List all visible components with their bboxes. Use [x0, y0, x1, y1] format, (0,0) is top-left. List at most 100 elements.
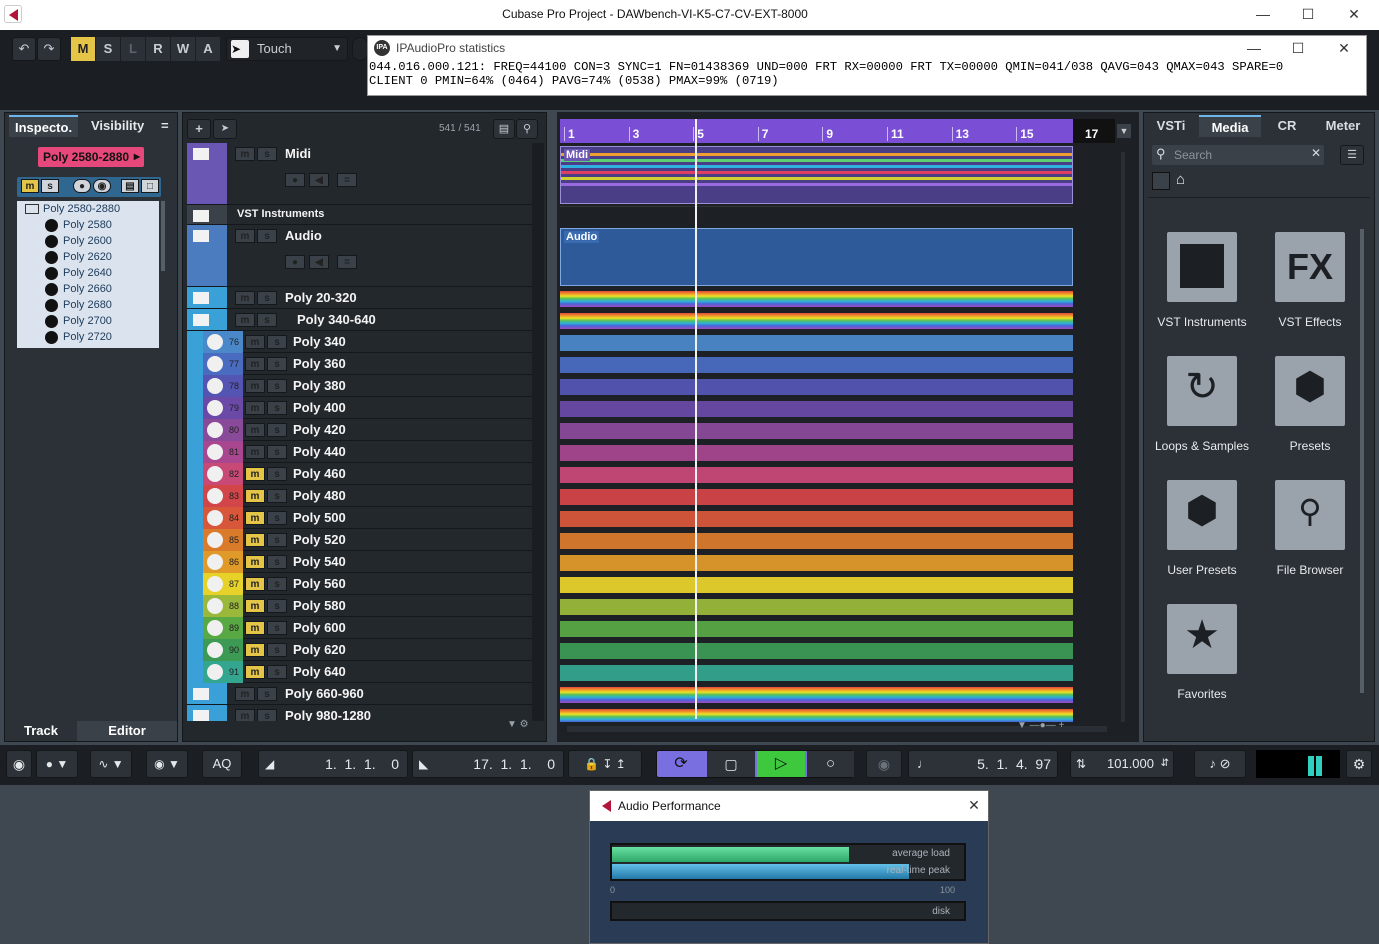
solo-button[interactable]: s [267, 379, 287, 393]
instrument-track-row[interactable]: 86 m s Poly 540 [187, 551, 532, 573]
solo-button[interactable]: s [257, 229, 277, 243]
tab-cr[interactable]: CR [1263, 115, 1311, 137]
arranger-vertical-scrollbar[interactable] [1121, 152, 1125, 722]
clear-search-icon[interactable]: ✕ [1311, 146, 1321, 160]
performance-meter-icon[interactable]: ◉ [6, 750, 32, 778]
mute-button[interactable]: m [245, 401, 265, 415]
add-track-button[interactable]: + [187, 119, 211, 139]
inspector-record-button[interactable]: ● [73, 179, 91, 193]
solo-button[interactable]: s [267, 445, 287, 459]
solo-button[interactable]: s [267, 533, 287, 547]
solo-button[interactable]: s [267, 335, 287, 349]
solo-button[interactable]: s [257, 313, 277, 327]
mute-button[interactable]: m [235, 291, 255, 305]
track-part[interactable] [560, 401, 1073, 417]
metronome-buttons[interactable]: ♪ ⊘ [1194, 750, 1246, 778]
solo-button[interactable]: s [267, 555, 287, 569]
track-visibility-icon[interactable]: ▤ [493, 119, 515, 139]
automation-mode-select[interactable]: Touch ➤ ▼ [226, 37, 348, 61]
track-part[interactable] [560, 555, 1073, 571]
track-part[interactable] [560, 643, 1073, 659]
solo-button[interactable]: s [267, 401, 287, 415]
inspector-edit-button[interactable]: ▤ [121, 179, 139, 193]
track-part[interactable] [560, 335, 1073, 351]
redo-button[interactable]: ↷ [37, 37, 61, 61]
tree-item[interactable]: Poly 2700 [17, 313, 159, 329]
zoom-slider[interactable]: ▼ —●— + [1017, 720, 1117, 734]
timeline-ruler[interactable]: 1 3 5 7 9 11 13 15 [560, 119, 1073, 143]
mute-button[interactable]: m [245, 555, 265, 569]
solo-button[interactable]: s [257, 147, 277, 161]
midi-folder-part[interactable]: Midi [560, 146, 1073, 204]
edit-button[interactable]: = [337, 173, 357, 187]
track-part[interactable] [560, 599, 1073, 615]
search-icon[interactable]: ⚲ [516, 119, 538, 139]
record-enable-button[interactable]: ● [285, 255, 305, 269]
ipa-minimize-button[interactable]: — [1241, 38, 1267, 58]
tree-item[interactable]: Poly 2620 [17, 249, 159, 265]
ipa-close-button[interactable]: ✕ [1331, 38, 1357, 58]
track-list-scrollbar[interactable] [532, 143, 544, 721]
instrument-track-row[interactable]: 78 m s Poly 380 [187, 375, 532, 397]
inspector-solo-button[interactable]: s [41, 179, 59, 193]
mute-button[interactable]: m [245, 643, 265, 657]
stop-button[interactable]: ▢ [707, 751, 755, 777]
folder-track-row[interactable]: m s ● ◀ = Midi [187, 143, 532, 205]
toolbar-edit-icon[interactable] [352, 37, 368, 61]
tree-item[interactable]: Poly 2600 [17, 233, 159, 249]
mute-button[interactable]: m [245, 665, 265, 679]
folder-track-row[interactable]: m s Poly 340-640 [187, 309, 532, 331]
cycle-button[interactable]: ⟳ [657, 751, 705, 777]
mute-button[interactable]: m [245, 621, 265, 635]
instrument-track-row[interactable]: 83 m s Poly 480 [187, 485, 532, 507]
auto-quantize-button[interactable]: AQ [202, 750, 242, 778]
tab-inspector[interactable]: Inspecto. [9, 115, 79, 137]
tree-item[interactable]: Poly 2720 [17, 329, 159, 345]
undo-button[interactable]: ↶ [12, 37, 36, 61]
vst-instruments-tile[interactable] [1167, 232, 1237, 302]
instrument-track-row[interactable]: 82 m s Poly 460 [187, 463, 532, 485]
punch-lock-buttons[interactable]: 🔒 ↧ ↥ [568, 750, 642, 778]
mute-button[interactable]: m [245, 511, 265, 525]
poly-folder-part[interactable] [560, 313, 1073, 329]
vst-instruments-lane[interactable] [560, 206, 1073, 226]
minimize-button[interactable]: — [1250, 4, 1276, 24]
tree-scrollbar[interactable] [161, 201, 165, 271]
mute-button[interactable]: m [245, 379, 265, 393]
mediabay-scrollbar[interactable] [1360, 229, 1364, 693]
mute-button[interactable]: m [245, 423, 265, 437]
ruler-menu-icon[interactable]: ▼ [1117, 124, 1131, 138]
close-button[interactable]: ✕ [1341, 4, 1367, 24]
solo-button[interactable]: s [267, 467, 287, 481]
monitor-button[interactable]: ◀ [309, 173, 329, 187]
solo-button[interactable]: s [267, 643, 287, 657]
auto-scroll-icon[interactable]: ◉ [866, 750, 902, 778]
solo-button[interactable]: s [267, 357, 287, 371]
record-button[interactable]: ○ [807, 751, 854, 777]
track-part[interactable] [560, 621, 1073, 637]
solo-button[interactable]: s [257, 709, 277, 721]
audio-mode-select[interactable]: ∿ ▼ [90, 750, 132, 778]
instrument-track-row[interactable]: 87 m s Poly 560 [187, 573, 532, 595]
tab-track[interactable]: Track [5, 721, 77, 741]
instrument-track-row[interactable]: 90 m s Poly 620 [187, 639, 532, 661]
track-part[interactable] [560, 533, 1073, 549]
poly-folder-part[interactable] [560, 709, 1073, 722]
folder-track-row[interactable]: VST Instruments [187, 205, 532, 225]
event-display[interactable]: Midi Audio [557, 144, 1117, 722]
instrument-track-row[interactable]: 89 m s Poly 600 [187, 617, 532, 639]
back-checkbox[interactable] [1152, 172, 1170, 190]
presets-tile[interactable]: ⬢ [1275, 356, 1345, 426]
inspector-mute-button[interactable]: m [21, 179, 39, 193]
home-icon[interactable]: ⌂ [1176, 171, 1185, 188]
tab-editor[interactable]: Editor [77, 721, 177, 741]
tree-folder[interactable]: Poly 2580-2880 [17, 201, 159, 217]
tempo-display[interactable]: ⇅ 101.000 ⇵ [1070, 750, 1174, 778]
solo-button[interactable]: s [257, 687, 277, 701]
instrument-track-row[interactable]: 84 m s Poly 500 [187, 507, 532, 529]
vst-effects-tile[interactable]: FX [1275, 232, 1345, 302]
record-enable-button[interactable]: ● [285, 173, 305, 187]
loops-samples-tile[interactable]: ↻ [1167, 356, 1237, 426]
position-display[interactable]: ♩ 5. 1. 4. 97 [908, 750, 1058, 778]
file-browser-tile[interactable]: ⚲ [1275, 480, 1345, 550]
